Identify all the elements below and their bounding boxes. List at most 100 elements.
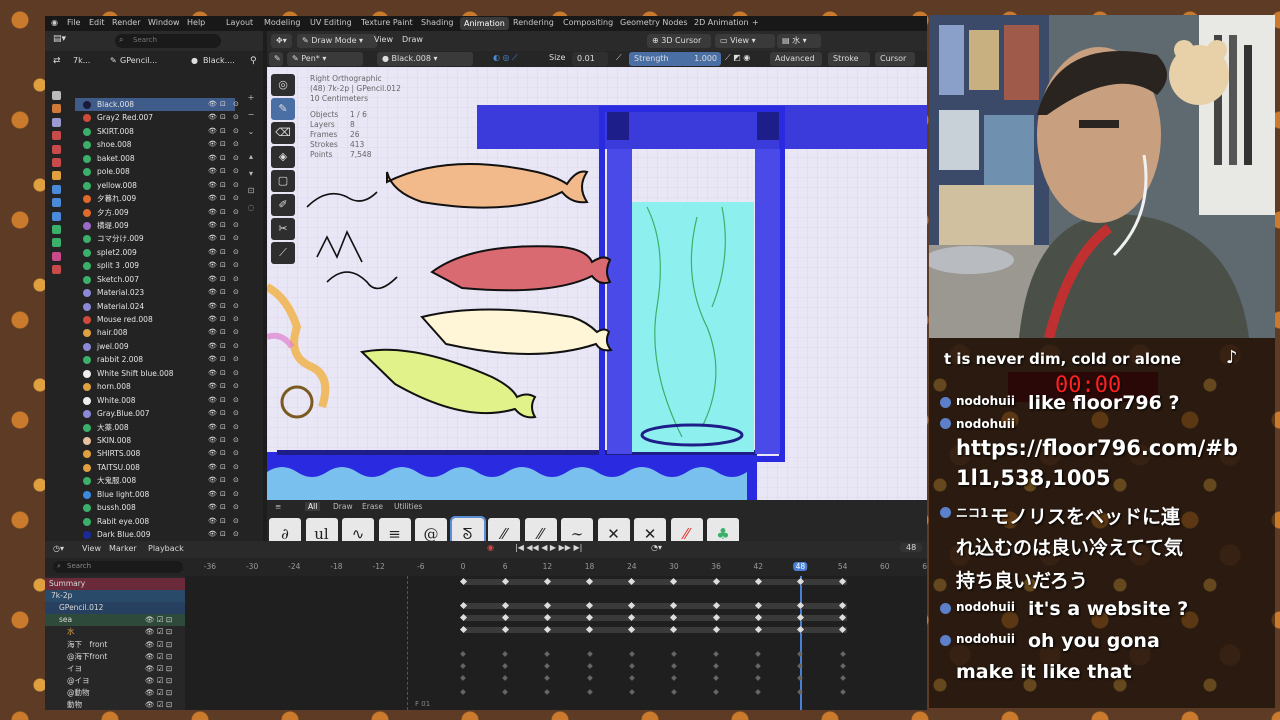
move-up-icon[interactable]: ▴ xyxy=(245,152,257,169)
keyframe[interactable] xyxy=(671,663,677,669)
eye-icon[interactable]: 👁 xyxy=(208,326,217,339)
eye-icon[interactable]: 👁 xyxy=(208,474,217,487)
editor-type-icon[interactable]: ▤▾ xyxy=(53,34,66,44)
keyframe[interactable] xyxy=(671,651,677,657)
keyframe[interactable] xyxy=(797,651,804,657)
lock-icon[interactable]: ⊡ xyxy=(220,421,226,434)
material-slot[interactable]: Gray.Blue.007 👁 ⊡ ⊙ xyxy=(75,407,239,420)
menu-draw[interactable]: Draw xyxy=(402,35,423,44)
channel-search-input[interactable]: Search xyxy=(53,561,183,573)
material-slot[interactable]: yellow.008 👁 ⊡ ⊙ xyxy=(75,179,239,192)
material-slot[interactable]: 夕暮れ.009 👁 ⊡ ⊙ xyxy=(75,192,239,205)
playback-controls[interactable]: |◀ ◀◀ ◀ ▶ ▶▶ ▶| xyxy=(515,543,582,552)
onion-skin-icon[interactable]: ⊙ xyxy=(233,125,239,138)
material-slot[interactable]: Rabit eye.008 👁 ⊡ ⊙ xyxy=(75,515,239,528)
keyframe[interactable] xyxy=(839,689,846,695)
onion-skin-icon[interactable]: ⊙ xyxy=(233,259,239,272)
onion-skin-icon[interactable]: ⊙ xyxy=(233,192,239,205)
onion-skin-icon[interactable]: ⊙ xyxy=(233,434,239,447)
channel-row[interactable]: @イヨ 👁 ☑ ⊡ xyxy=(45,675,185,687)
eye-icon[interactable]: 👁 xyxy=(208,98,217,111)
keyframe[interactable] xyxy=(797,663,804,669)
data-tab-icon[interactable] xyxy=(52,238,61,248)
add-slot-icon[interactable]: + xyxy=(245,93,257,110)
tab-modeling[interactable]: Modeling xyxy=(264,18,300,27)
view-layer-tab-icon[interactable] xyxy=(52,131,61,141)
lock-icon[interactable]: ⊡ xyxy=(220,326,226,339)
pin-toggle-icon[interactable]: ⚲ xyxy=(250,56,257,66)
lock-icon[interactable]: ⊡ xyxy=(220,380,226,393)
eye-icon[interactable]: 👁 xyxy=(208,125,217,138)
keyframe[interactable] xyxy=(460,675,466,681)
onion-skin-icon[interactable]: ⊙ xyxy=(233,98,239,111)
channel-row[interactable]: GPencil.012 xyxy=(45,602,185,615)
keyframe[interactable] xyxy=(671,675,677,681)
tab-animation[interactable]: Animation xyxy=(460,17,509,30)
eye-icon[interactable]: 👁 xyxy=(208,515,217,528)
onion-skin-icon[interactable]: ⊙ xyxy=(233,273,239,286)
pressure-strength-icon[interactable]: ⟋ ◩ ◉ xyxy=(725,53,750,63)
eye-icon[interactable]: 👁 xyxy=(208,286,217,299)
menu-view[interactable]: View xyxy=(374,35,393,44)
onion-skin-icon[interactable]: ⊙ xyxy=(233,501,239,514)
eye-icon[interactable]: 👁 xyxy=(208,488,217,501)
menu-edit[interactable]: Edit xyxy=(89,18,105,27)
pressure-size-icon[interactable]: ⟋ xyxy=(616,53,622,63)
eye-icon[interactable]: 👁 xyxy=(208,447,217,460)
material-tab-icon[interactable] xyxy=(52,251,61,261)
eye-icon[interactable]: 👁 xyxy=(208,138,217,151)
object-tab-icon[interactable] xyxy=(52,171,61,181)
onion-skin-icon[interactable]: ⊙ xyxy=(233,246,239,259)
channel-row[interactable]: @海下front 👁 ☑ ⊡ xyxy=(45,651,185,663)
channel-toggle-icons[interactable]: 👁 ☑ ⊡ xyxy=(145,626,172,638)
channel-toggle-icons[interactable]: 👁 ☑ ⊡ xyxy=(145,614,172,626)
world-tab-icon[interactable] xyxy=(52,157,61,167)
lock-icon[interactable]: ⊡ xyxy=(220,353,226,366)
keyframe[interactable] xyxy=(628,663,635,669)
onion-skin-icon[interactable]: ⊙ xyxy=(233,179,239,192)
move-down-icon[interactable]: ▾ xyxy=(245,169,257,186)
tab-shading[interactable]: Shading xyxy=(421,18,454,27)
onion-skin-icon[interactable]: ⊙ xyxy=(233,165,239,178)
material-slot[interactable]: White Shift blue.008 👁 ⊡ ⊙ xyxy=(75,367,239,380)
onion-skin-icon[interactable]: ⊙ xyxy=(233,367,239,380)
lock-icon[interactable]: ⊡ xyxy=(220,111,226,124)
erase-tool-icon[interactable]: ⌫ xyxy=(271,122,295,144)
hide-icon[interactable]: ◌ xyxy=(245,203,257,220)
onion-skin-icon[interactable]: ⊙ xyxy=(233,219,239,232)
cutter-tool-icon[interactable]: ✂ xyxy=(271,218,295,240)
modifier-tab-icon[interactable] xyxy=(52,184,61,194)
lock-icon[interactable]: ⊡ xyxy=(220,192,226,205)
onion-skin-icon[interactable]: ⊙ xyxy=(233,340,239,353)
shelf-menu-icon[interactable]: ≡ xyxy=(275,502,281,511)
tool-tab-icon[interactable] xyxy=(52,91,61,100)
frame-ruler[interactable]: Search ⌕ -36 -30 -24 -18 -12 -6 0 6 12 18 24 30 36 42… xyxy=(45,558,927,576)
keyframe[interactable] xyxy=(839,675,846,681)
channel-toggle-icons[interactable]: 👁 ☑ ⊡ xyxy=(145,699,172,710)
channel-toggle-icons[interactable]: 👁 ☑ ⊡ xyxy=(145,675,172,687)
keyframe[interactable] xyxy=(586,675,593,681)
menu-window[interactable]: Window xyxy=(148,18,180,27)
eyedropper-tool-icon[interactable]: ⟋ xyxy=(271,242,295,264)
stroke-placement-dropdown[interactable]: ⊕ 3D Cursor xyxy=(647,34,711,48)
eye-icon[interactable]: 👁 xyxy=(208,111,217,124)
material-slot[interactable]: horn.008 👁 ⊡ ⊙ xyxy=(75,380,239,393)
onion-skin-icon[interactable]: ⊙ xyxy=(233,206,239,219)
lock-icon[interactable]: ⊡ xyxy=(220,246,226,259)
lock-icon[interactable]: ⊡ xyxy=(220,125,226,138)
channel-toggle-icons[interactable]: 👁 ☑ ⊡ xyxy=(145,639,172,651)
dopesheet-menu-marker[interactable]: Marker xyxy=(109,544,137,553)
onion-skin-icon[interactable]: ⊙ xyxy=(233,300,239,313)
onion-skin-icon[interactable]: ⊙ xyxy=(233,447,239,460)
material-slot[interactable]: SKIN.008 👁 ⊡ ⊙ xyxy=(75,434,239,447)
stroke-dropdown[interactable]: Stroke ▾ xyxy=(828,52,870,77)
layer-dropdown[interactable]: ▤ 水 ▾ xyxy=(777,34,821,48)
channel-row[interactable]: 動物 👁 ☑ ⊡ xyxy=(45,699,185,710)
keyframe[interactable] xyxy=(586,689,593,695)
eye-icon[interactable]: 👁 xyxy=(208,340,217,353)
view-dropdown[interactable]: ▭ View ▾ xyxy=(715,34,775,48)
lock-icon[interactable]: ⊡ xyxy=(220,367,226,380)
onion-skin-icon[interactable]: ⊙ xyxy=(233,488,239,501)
menu-help[interactable]: Help xyxy=(187,18,205,27)
material-slot[interactable]: splet2.009 👁 ⊡ ⊙ xyxy=(75,246,239,259)
